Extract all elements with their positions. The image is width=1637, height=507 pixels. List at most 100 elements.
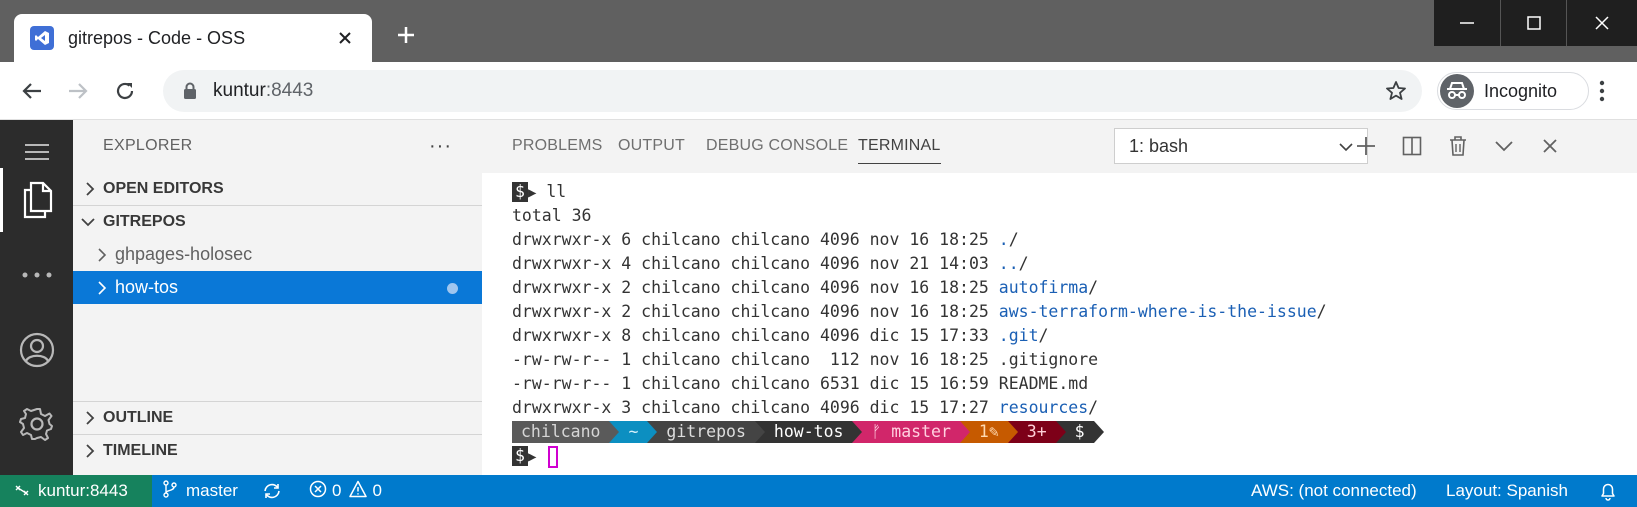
powerline-separator-icon <box>754 421 765 443</box>
close-tab-icon[interactable] <box>332 25 358 51</box>
url-text[interactable]: kuntur:8443 <box>213 80 1382 102</box>
back-arrow-icon[interactable] <box>18 77 46 105</box>
listing-line: -rw-rw-r-- 1 chilcano chilcano 6531 dic … <box>512 372 1327 396</box>
powerline-segment: 3+ <box>1017 421 1056 443</box>
browser-tab[interactable]: gitrepos - Code - OSS <box>14 14 372 62</box>
new-tab-icon[interactable] <box>393 22 419 48</box>
terminal-input-line[interactable]: $ ▶ <box>512 444 1327 468</box>
warning-icon <box>349 480 368 503</box>
remote-indicator[interactable]: kuntur:8443 <box>0 475 152 507</box>
listing-line: drwxrwxr-x 8 chilcano chilcano 4096 dic … <box>512 324 1327 348</box>
keyboard-layout[interactable]: Layout: Spanish <box>1446 475 1568 507</box>
reload-icon[interactable] <box>111 77 139 105</box>
section-outline[interactable]: OUTLINE <box>73 401 482 434</box>
listing-meta: drwxrwxr-x 3 chilcano chilcano 4096 dic … <box>512 398 999 417</box>
account-icon[interactable] <box>0 318 73 382</box>
tab-debug-console[interactable]: DEBUG CONSOLE <box>706 137 848 155</box>
error-count: 0 <box>332 481 342 500</box>
error-icon <box>309 480 327 503</box>
sync-icon[interactable] <box>262 475 282 507</box>
settings-gear-icon[interactable] <box>0 392 73 456</box>
explorer-more-actions-icon[interactable]: ··· <box>429 135 452 158</box>
powerline-separator-icon <box>852 421 863 443</box>
explorer-title: EXPLORER <box>103 137 193 154</box>
powerline-segment: chilcano <box>512 421 610 443</box>
listing-suffix: / <box>1018 254 1029 273</box>
chevron-down-icon <box>73 217 103 227</box>
listing-suffix: / <box>1088 278 1099 297</box>
activity-bar <box>0 120 73 475</box>
branch-label: master <box>186 481 238 500</box>
powerline-prompt: chilcano ~ gitrepos how-tos ᚠ master 1✎ 3+ $ <box>512 420 1327 444</box>
forward-arrow-icon[interactable] <box>64 77 92 105</box>
branch-indicator[interactable]: master <box>162 475 238 507</box>
tab-problems[interactable]: PROBLEMS <box>512 137 603 155</box>
listing-dir-name: .git <box>998 326 1039 345</box>
listing-dir-name: aws-terraform-where-is-the-issue <box>998 302 1317 321</box>
close-panel-icon[interactable] <box>1536 132 1564 160</box>
address-bar[interactable]: kuntur:8443 <box>163 70 1422 112</box>
trash-icon[interactable] <box>1444 132 1472 160</box>
terminal-selector-value: 1: bash <box>1129 135 1189 156</box>
chevron-down-icon[interactable] <box>1490 132 1518 160</box>
tree-item-ghpages-holosec[interactable]: ghpages-holosec <box>73 238 482 271</box>
status-bar: kuntur:8443 master 0 0 AWS: (not connect… <box>0 475 1637 507</box>
bottom-panel: PROBLEMS OUTPUT DEBUG CONSOLE TERMINAL 1… <box>482 120 1637 475</box>
listing-line: drwxrwxr-x 3 chilcano chilcano 4096 dic … <box>512 396 1327 420</box>
tree-item-label: ghpages-holosec <box>115 244 253 264</box>
listing-line: -rw-rw-r-- 1 chilcano chilcano 112 nov 1… <box>512 348 1327 372</box>
listing-suffix: / <box>1038 326 1049 345</box>
minimize-window-icon[interactable] <box>1434 0 1500 46</box>
chevron-right-icon <box>73 181 103 196</box>
powerline-segment: 1✎ <box>969 421 1008 443</box>
incognito-icon <box>1440 74 1474 108</box>
incognito-label: Incognito <box>1484 80 1558 101</box>
problems-indicator[interactable]: 0 0 <box>309 475 382 507</box>
chevron-right-icon <box>73 280 115 295</box>
explorer-files-icon[interactable] <box>0 168 73 232</box>
browser-tab-strip: gitrepos - Code - OSS <box>0 0 1637 62</box>
listing-suffix: / <box>1008 230 1019 249</box>
listing-line: drwxrwxr-x 2 chilcano chilcano 4096 nov … <box>512 300 1327 324</box>
aws-status[interactable]: AWS: (not connected) <box>1251 475 1417 507</box>
listing-line: drwxrwxr-x 2 chilcano chilcano 4096 nov … <box>512 276 1327 300</box>
tree-item-label: how-tos <box>115 277 179 297</box>
chevron-right-icon <box>73 247 115 262</box>
section-timeline[interactable]: TIMELINE <box>73 434 482 467</box>
panel-header: PROBLEMS OUTPUT DEBUG CONSOLE TERMINAL 1… <box>482 120 1637 173</box>
listing-dir-name: . <box>998 230 1009 249</box>
powerline-separator-icon <box>609 421 620 443</box>
lock-icon[interactable] <box>181 82 199 100</box>
notifications-bell-icon[interactable] <box>1598 475 1618 507</box>
terminal-selector-dropdown[interactable]: 1: bash <box>1114 128 1368 164</box>
section-open-editors[interactable]: OPEN EDITORS <box>73 172 482 205</box>
terminal-output[interactable]: $ ▶ ll total 36 drwxrwxr-x 6 chilcano chi… <box>512 180 1327 468</box>
bookmark-star-icon[interactable] <box>1382 77 1410 105</box>
powerline-segment: gitrepos <box>657 421 755 443</box>
listing-suffix: / <box>1316 302 1327 321</box>
terminal-total-line: total 36 <box>512 206 592 225</box>
section-workspace[interactable]: GITREPOS <box>73 205 482 238</box>
explorer-header: EXPLORER ··· <box>73 120 482 172</box>
terminal-cursor <box>548 445 559 468</box>
tab-output[interactable]: OUTPUT <box>618 137 685 155</box>
chevron-right-icon <box>73 411 103 425</box>
tab-terminal[interactable]: TERMINAL <box>858 137 941 164</box>
browser-menu-icon[interactable] <box>1592 76 1612 106</box>
section-label: GITREPOS <box>103 213 186 230</box>
maximize-window-icon[interactable] <box>1500 0 1566 46</box>
git-branch-icon <box>162 479 178 503</box>
close-window-icon[interactable] <box>1566 0 1637 46</box>
powerline-separator-icon <box>647 421 658 443</box>
listing-meta: -rw-rw-r-- 1 chilcano chilcano 6531 dic … <box>512 374 999 393</box>
modified-dot-icon <box>447 283 458 294</box>
tree-item-how-tos[interactable]: how-tos <box>73 271 482 304</box>
powerline-separator-icon <box>1093 421 1104 443</box>
incognito-profile-button[interactable]: Incognito <box>1437 72 1589 110</box>
new-terminal-icon[interactable] <box>1352 132 1380 160</box>
split-terminal-icon[interactable] <box>1398 132 1426 160</box>
terminal-command-line: $ ▶ ll <box>512 180 1327 204</box>
more-views-icon[interactable] <box>0 243 73 307</box>
listing-meta: drwxrwxr-x 2 chilcano chilcano 4096 nov … <box>512 302 999 321</box>
vscode-favicon-icon <box>30 26 54 50</box>
